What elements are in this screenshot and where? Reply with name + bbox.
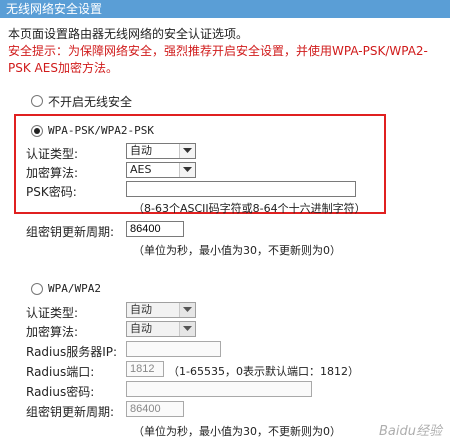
wpa-encryption-value: 自动 <box>130 322 152 335</box>
psk-password-hint: （8-63个ASCII码字符或8-64个十六进制字符） <box>133 202 366 215</box>
wpa-encryption-select[interactable]: 自动 <box>126 321 196 337</box>
psk-encryption-label: 加密算法: <box>26 166 79 180</box>
window-title: 无线网络安全设置 <box>0 0 450 18</box>
wpa-psk-radio[interactable] <box>31 125 43 137</box>
psk-auth-type-value: 自动 <box>130 144 152 157</box>
intro-text: 本页面设置路由器无线网络的安全认证选项。 安全提示：为保障网络安全，强烈推荐开启… <box>8 26 446 77</box>
chevron-down-icon <box>179 163 195 177</box>
chevron-down-icon <box>179 303 195 317</box>
radius-ip-input[interactable] <box>126 341 221 357</box>
psk-auth-type-select[interactable]: 自动 <box>126 143 196 159</box>
radius-ip-label: Radius服务器IP: <box>26 345 118 359</box>
radius-port-label: Radius端口: <box>26 365 95 379</box>
chevron-down-icon <box>179 144 195 158</box>
radius-port-input[interactable] <box>126 361 164 377</box>
radius-password-label: Radius密码: <box>26 385 95 399</box>
radius-password-input[interactable] <box>126 381 312 397</box>
psk-encryption-select[interactable]: AES <box>126 162 196 178</box>
radius-port-hint: （1-65535，0表示默认端口：1812） <box>168 365 359 378</box>
wpa-group-key-label: 组密钥更新周期: <box>26 405 115 419</box>
wpa-encryption-label: 加密算法: <box>26 325 79 339</box>
security-warning: 安全提示：为保障网络安全，强烈推荐开启安全设置，并使用WPA-PSK/WPA2-… <box>8 44 428 75</box>
watermark: Baidu经验 <box>379 424 442 439</box>
no-security-radio[interactable] <box>31 95 43 107</box>
wpa-radio[interactable] <box>31 283 43 295</box>
psk-auth-type-label: 认证类型: <box>26 147 79 161</box>
psk-password-label: PSK密码: <box>26 185 77 199</box>
wpa-label: WPA/WPA2 <box>48 282 101 295</box>
psk-group-key-hint: （单位为秒，最小值为30，不更新则为0） <box>133 244 341 257</box>
psk-encryption-value: AES <box>130 163 152 176</box>
wpa-group-key-hint: （单位为秒，最小值为30，不更新则为0） <box>133 425 341 438</box>
psk-group-key-label: 组密钥更新周期: <box>26 225 115 239</box>
psk-password-input[interactable] <box>126 181 356 197</box>
no-security-label: 不开启无线安全 <box>48 95 133 109</box>
psk-group-key-input[interactable] <box>126 221 184 237</box>
wpa-auth-type-select[interactable]: 自动 <box>126 302 196 318</box>
wpa-psk-label: WPA-PSK/WPA2-PSK <box>48 124 154 137</box>
chevron-down-icon <box>179 322 195 336</box>
intro-description: 本页面设置路由器无线网络的安全认证选项。 <box>8 27 249 41</box>
wpa-auth-type-label: 认证类型: <box>26 306 79 320</box>
wpa-group-key-input[interactable] <box>126 401 184 417</box>
wpa-auth-type-value: 自动 <box>130 303 152 316</box>
